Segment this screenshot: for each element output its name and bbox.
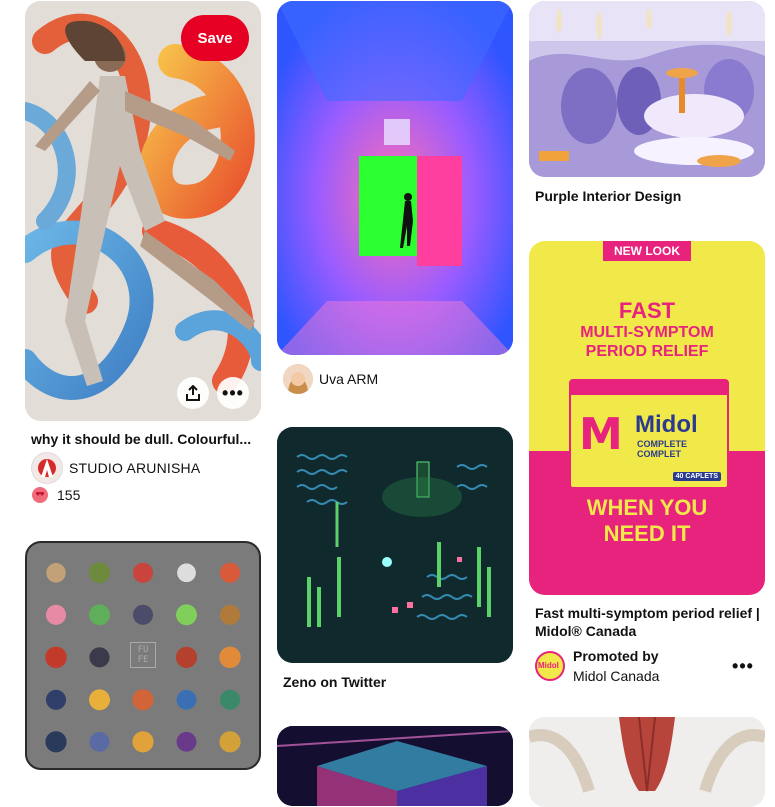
product-box: M Midol COMPLETE COMPLET 40 CAPLETS: [569, 379, 729, 489]
product-box-sub: COMPLETE: [637, 439, 688, 449]
pin-card-pixel-dungeon[interactable]: [277, 427, 513, 663]
pin-image-interior: [529, 1, 765, 177]
pin-title[interactable]: Zeno on Twitter: [283, 673, 511, 691]
share-icon: [186, 385, 200, 401]
ad-headline-line-3: PERIOD RELIEF: [585, 343, 709, 360]
promoted-label: Promoted by: [573, 648, 659, 664]
pin-image-corridor: [277, 1, 513, 355]
product-box-letter: M: [579, 409, 623, 460]
ad-tagline-line-2: NEED IT: [603, 521, 691, 546]
ad-headline-line-1: FAST: [618, 298, 676, 323]
pin-image-cube: [277, 726, 513, 806]
sprite-grid: FU FE: [37, 553, 249, 758]
pin-card-purple-interior[interactable]: [529, 1, 765, 177]
pin-title[interactable]: Fast multi-symptom period relief | Midol…: [535, 604, 763, 640]
avatar: Midol: [535, 651, 565, 681]
pin-card-anatomy[interactable]: [529, 717, 765, 807]
reaction-count: 155: [31, 486, 80, 504]
save-button[interactable]: Save: [181, 15, 249, 61]
pin-card-midol-ad[interactable]: NEW LOOK FAST MULTI-SYMPTOM PERIOD RELIE…: [529, 241, 765, 595]
avatar: [283, 364, 313, 394]
center-logo-text: FU FE: [129, 642, 156, 669]
pin-card-neon-corridor[interactable]: [277, 1, 513, 355]
heart-eyes-icon: [32, 487, 48, 503]
ad-badge: NEW LOOK: [603, 241, 691, 261]
pin-image-dungeon: [277, 427, 513, 663]
pin-image-anatomy: [529, 717, 765, 807]
pin-author[interactable]: STUDIO ARUNISHA: [31, 452, 200, 484]
promoted-text: Promoted by Midol Canada: [573, 646, 659, 686]
pin-image-dancer: [25, 1, 261, 421]
ad-headline: FAST MULTI-SYMPTOM PERIOD RELIEF: [529, 299, 765, 361]
reaction-number: 155: [57, 487, 81, 503]
studio-logo-icon: [38, 459, 56, 477]
product-box-count: 40 CAPLETS: [672, 472, 721, 481]
product-box-sub2: COMPLET: [637, 449, 681, 459]
ad-tagline-line-1: WHEN YOU: [586, 495, 708, 520]
ad-tagline: WHEN YOU NEED IT: [529, 495, 765, 547]
pin-card-neon-cube[interactable]: [277, 726, 513, 806]
ad-more-options-button[interactable]: •••: [731, 656, 755, 676]
pin-card-sprites[interactable]: FU FE: [25, 541, 261, 770]
share-button[interactable]: [177, 377, 209, 409]
author-name: Uva ARM: [319, 371, 379, 387]
product-box-brand: Midol: [635, 411, 698, 438]
ad-headline-line-2: MULTI-SYMPTOM: [580, 324, 714, 341]
more-options-button[interactable]: •••: [217, 377, 249, 409]
promoted-by[interactable]: Midol Promoted by Midol Canada: [535, 646, 659, 686]
user-photo-icon: [283, 364, 313, 394]
ad-badge-text: NEW LOOK: [614, 244, 680, 258]
more-icon: •••: [222, 383, 244, 403]
advertiser-logo-text: Midol: [538, 661, 559, 670]
advertiser-name: Midol Canada: [573, 668, 660, 684]
sprite-center-logo: FU FE: [124, 637, 162, 673]
pin-title[interactable]: Purple Interior Design: [535, 187, 763, 205]
avatar: [31, 452, 63, 484]
more-icon: •••: [732, 656, 754, 676]
pin-card-dancer[interactable]: Save •••: [25, 1, 261, 421]
pin-author[interactable]: Uva ARM: [283, 364, 378, 394]
author-name: STUDIO ARUNISHA: [69, 460, 201, 476]
pin-title[interactable]: why it should be dull. Colourful...: [31, 430, 259, 448]
